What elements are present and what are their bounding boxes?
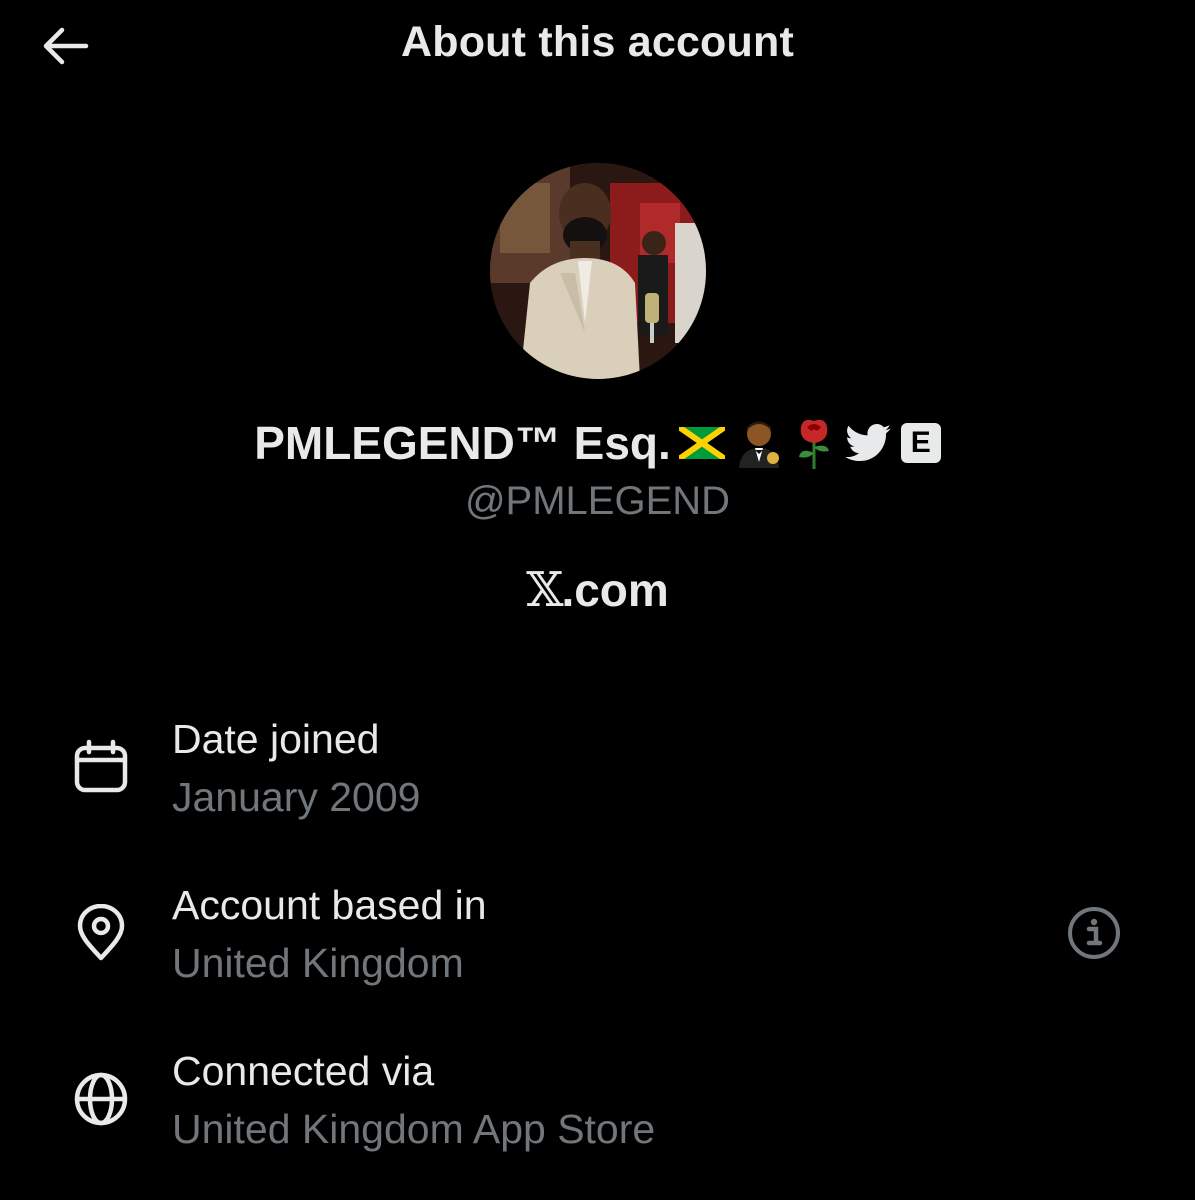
name-emojis: E <box>678 417 941 469</box>
date-joined-row: Date joined January 2009 <box>0 710 1195 830</box>
jamaica-flag-icon <box>678 427 725 459</box>
account-based-in-label: Account based in <box>172 882 487 928</box>
date-joined-label: Date joined <box>172 716 380 762</box>
rose-icon <box>798 419 829 469</box>
profile-name-row: PMLEGEND™ Esq. E <box>0 416 1195 470</box>
x-logo-icon: 𝕏 <box>526 562 563 618</box>
account-based-in-row: Account based in United Kingdom <box>0 876 1195 996</box>
twitter-bird-icon <box>844 424 891 462</box>
info-icon[interactable] <box>1066 905 1122 961</box>
avatar[interactable] <box>490 163 706 379</box>
calendar-icon <box>74 739 128 793</box>
page-title: About this account <box>401 18 794 66</box>
man-in-tuxedo-icon <box>738 421 779 468</box>
display-name: PMLEGEND™ Esq. <box>254 417 671 469</box>
platform-suffix: .com <box>561 564 669 616</box>
user-handle: @PMLEGEND <box>464 479 731 523</box>
date-joined-value: January 2009 <box>172 774 421 820</box>
globe-icon <box>74 1072 128 1126</box>
connected-via-label: Connected via <box>172 1048 435 1094</box>
top-bar: About this account <box>0 0 1195 92</box>
location-pin-icon <box>77 904 125 961</box>
platform-label: 𝕏.com <box>0 562 1195 618</box>
account-based-in-value: United Kingdom <box>172 940 464 986</box>
connected-via-row: Connected via United Kingdom App Store <box>0 1042 1195 1162</box>
avatar-photo <box>490 163 706 379</box>
e-badge: E <box>900 423 941 463</box>
connected-via-value: United Kingdom App Store <box>172 1106 656 1152</box>
